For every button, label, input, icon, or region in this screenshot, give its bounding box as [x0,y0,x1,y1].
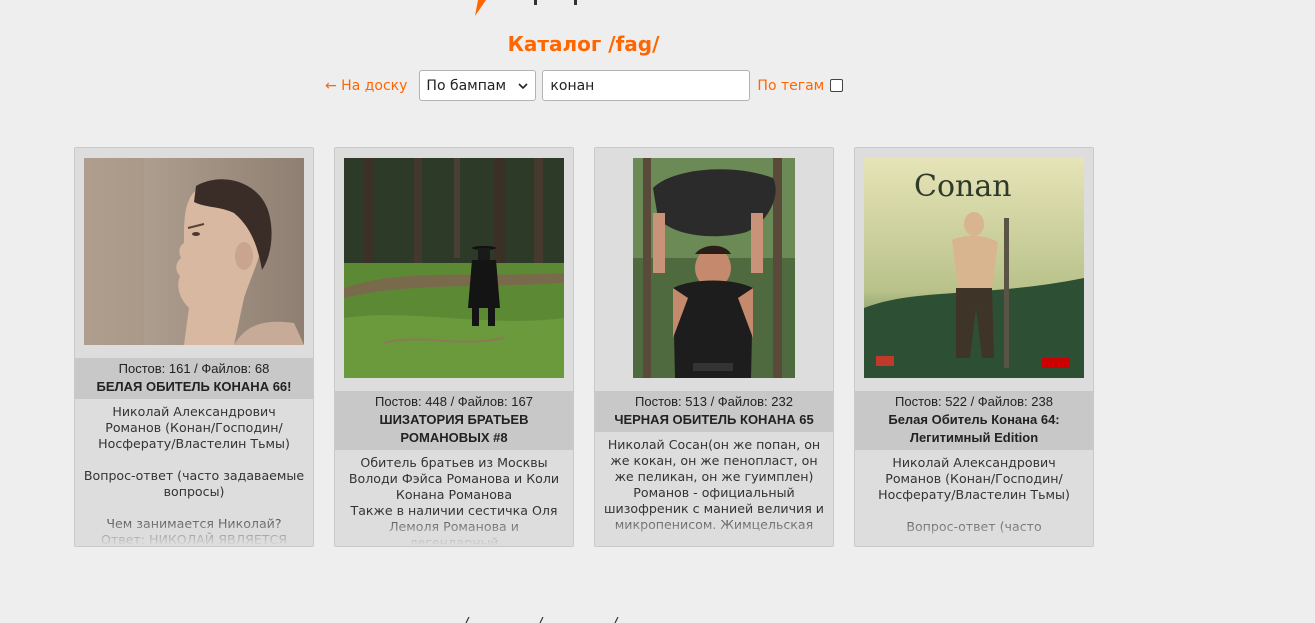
thread-meta: Постов: 513 / Файлов: 232 ЧЕРНАЯ ОБИТЕЛЬ… [595,391,833,432]
logo-icon[interactable] [474,0,494,16]
catalog-page: Каталог /fag/ ← На доску По бампам конан… [0,0,1315,623]
back-to-board-link[interactable]: ← На доску [325,78,407,94]
thread-thumbnail[interactable]: Conan [855,158,1093,378]
thread-stats: Постов: 161 / Файлов: 68 [118,361,270,376]
thread-card[interactable]: Постов: 513 / Файлов: 232 ЧЕРНАЯ ОБИТЕЛЬ… [594,147,834,547]
catalog-controls: ← На доску По бампам конан По тегам [325,70,844,101]
thread-subject[interactable]: БЕЛАЯ ОБИТЕЛЬ КОНАНА 66! [81,378,307,396]
thread-card[interactable]: Постов: 448 / Файлов: 167 ШИЗАТОРИЯ БРАТ… [334,147,574,547]
sort-select[interactable]: По бампам [419,70,537,101]
thread-comment: Николай Сосан(он же попан, он же кокан, … [604,437,824,532]
thread-comment: Обитель братьев из Москвы Володи Фэйса Р… [348,455,560,546]
tags-checkbox[interactable] [830,79,844,92]
thread-stats: Постов: 448 / Файлов: 167 [375,394,533,409]
page-title: Каталог /fag/ [507,32,660,56]
thread-card[interactable]: Conan Постов: 522 / Файлов: 238 Белая Об… [854,147,1094,547]
sort-select-value: По бампам [426,77,507,94]
forest-figure-image [344,158,564,378]
thread-thumbnail[interactable] [75,158,313,345]
chevron-down-icon [518,83,528,90]
poster-title-text: Conan [914,169,1012,204]
thread-meta: Постов: 522 / Файлов: 238 Белая Обитель … [855,391,1093,450]
thread-stats: Постов: 522 / Файлов: 238 [895,394,1053,409]
pagination-fragment-icon [465,617,619,623]
thread-comment: Николай Александрович Романов (Конан/Гос… [878,455,1070,534]
thread-meta: Постов: 448 / Файлов: 167 ШИЗАТОРИЯ БРАТ… [335,391,573,450]
thread-subject[interactable]: Белая Обитель Конана 64: Легитимный Edit… [861,411,1087,447]
thread-meta: Постов: 161 / Файлов: 68 БЕЛАЯ ОБИТЕЛЬ К… [75,358,313,399]
woman-profile-image [84,158,304,345]
man-lifting-rock-image [633,158,795,378]
thread-thumbnail[interactable] [595,158,833,378]
thread-subject[interactable]: ЧЕРНАЯ ОБИТЕЛЬ КОНАНА 65 [601,411,827,429]
search-input[interactable]: конан [542,70,751,101]
thread-subject[interactable]: ШИЗАТОРИЯ БРАТЬЕВ РОМАНОВЫХ #8 [341,411,567,447]
thread-thumbnail[interactable] [335,158,573,378]
search-input-value: конан [550,77,595,94]
thread-card[interactable]: Постов: 161 / Файлов: 68 БЕЛАЯ ОБИТЕЛЬ К… [74,147,314,547]
logo-fragment-icon [534,0,577,5]
tags-label[interactable]: По тегам [757,78,824,94]
thread-stats: Постов: 513 / Файлов: 232 [635,394,793,409]
conan-poster-image: Conan [864,158,1084,378]
thread-comment: Николай Александрович Романов (Конан/Гос… [83,404,305,546]
